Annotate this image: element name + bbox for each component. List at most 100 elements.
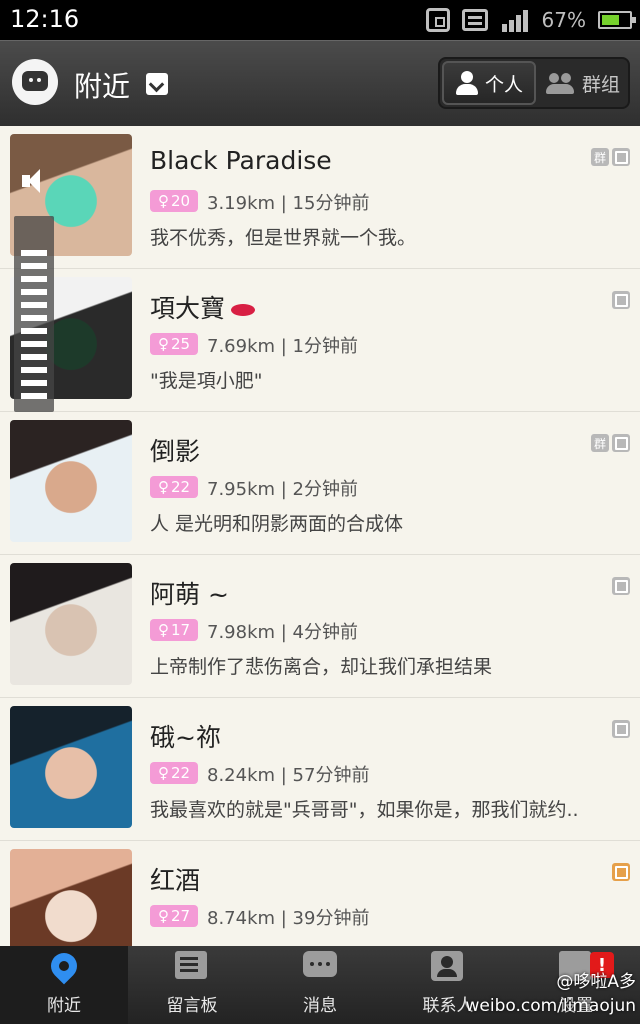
- photo-tag-icon: [612, 577, 630, 595]
- speaker-icon: [20, 166, 50, 196]
- chevron-down-icon[interactable]: [146, 73, 168, 95]
- age-badge: ♀ 27: [150, 905, 198, 927]
- age-badge: ♀ 25: [150, 333, 198, 355]
- photo-tag-icon: [612, 148, 630, 166]
- list-item[interactable]: 項大寶 ♀ 25 7.69km | 1分钟前 "我是項小肥": [0, 269, 640, 412]
- age-value: 22: [170, 764, 191, 782]
- age-value: 22: [170, 478, 191, 496]
- nickname-text: Black Paradise: [150, 146, 332, 175]
- status-bar: 12:16 67%: [0, 0, 640, 40]
- list-item[interactable]: 倒影 ♀ 22 7.95km | 2分钟前人 是光明和阴影两面的合成体 群: [0, 412, 640, 555]
- age-value: 20: [170, 192, 191, 210]
- nickname-text: 倒影: [150, 437, 201, 466]
- list-item[interactable]: 硪~祢 ♀ 22 8.24km | 57分钟前 我最喜欢的就是"兵哥哥"，如果你是，那我…: [0, 698, 640, 841]
- signature: "我是項小肥": [150, 370, 263, 392]
- watermark: @哆啦A多 weibo.com/limaojun: [465, 970, 636, 1018]
- nickname-text: 項大寶: [150, 294, 226, 323]
- volume-overlay: [14, 158, 54, 412]
- distance-time: 8.74km | 39分钟前: [207, 908, 370, 929]
- personal-group-toggle: 个人 群组: [438, 57, 630, 109]
- tab-message-board-label: 留言板: [166, 996, 218, 1016]
- list-item[interactable]: 阿萌 ~ ♀ 17 7.98km | 4分钟前上帝制作了悲伤离合，却让我们承担结果: [0, 555, 640, 698]
- notification-message-icon: [461, 9, 488, 31]
- female-icon: ♀: [157, 764, 169, 782]
- list-item[interactable]: 红酒 ♀ 27 8.74km | 39分钟前: [0, 841, 640, 946]
- volume-bar: [21, 354, 47, 360]
- app-logo-icon[interactable]: [12, 59, 58, 105]
- group-tag-icon: 群: [591, 434, 609, 452]
- badge-tag-icon: [612, 863, 630, 881]
- lips-emoji-icon: [231, 304, 256, 316]
- tab-nearby-label: 附近: [47, 996, 81, 1016]
- distance-time: 7.69km | 1分钟前: [207, 336, 358, 357]
- age-badge: ♀ 22: [150, 762, 198, 784]
- tab-personal-label: 个人: [484, 73, 523, 96]
- volume-bar: [21, 315, 47, 321]
- signature: 我最喜欢的就是"兵哥哥"，如果你是，那我们就约..: [150, 799, 579, 821]
- battery-fill: [602, 15, 620, 25]
- nickname-text: 阿萌 ~: [150, 580, 229, 609]
- user-tags: 群: [591, 434, 630, 452]
- nickname: Black Paradise: [150, 146, 332, 175]
- nickname: 硪~祢: [150, 718, 221, 754]
- volume-bar: [21, 367, 47, 373]
- female-icon: ♀: [157, 621, 169, 639]
- photo-tag-icon: [612, 291, 630, 309]
- age-badge: ♀ 22: [150, 476, 198, 498]
- nickname: 红酒: [150, 861, 200, 897]
- nickname: 倒影: [150, 432, 200, 468]
- message-board-icon: [175, 951, 209, 985]
- group-icon: [545, 71, 576, 95]
- distance-time: 7.95km | 2分钟前: [207, 479, 358, 500]
- tab-message-board[interactable]: 留言板: [128, 946, 256, 1024]
- person-icon: [455, 71, 479, 95]
- distance-time: 7.98km | 4分钟前: [207, 622, 358, 643]
- tab-nearby[interactable]: 附近: [0, 946, 128, 1024]
- nickname-text: 硪~祢: [150, 723, 221, 752]
- tab-messages-label: 消息: [303, 996, 337, 1016]
- signature: 人 是光明和阴影两面的合成体: [150, 513, 404, 535]
- photo-tag-icon: [612, 434, 630, 452]
- user-tags: [612, 720, 630, 738]
- tab-group[interactable]: 群组: [538, 59, 628, 107]
- distance-time: 3.19km | 15分钟前: [207, 193, 370, 214]
- volume-bar: [21, 302, 47, 308]
- female-icon: ♀: [157, 192, 169, 210]
- age-value: 25: [170, 335, 191, 353]
- battery-percent: 67%: [541, 8, 586, 32]
- user-tags: [612, 577, 630, 595]
- status-time: 12:16: [10, 5, 80, 33]
- signal-strength-icon: [500, 8, 530, 32]
- volume-bar: [21, 263, 47, 269]
- signature: 上帝制作了悲伤离合，却让我们承担结果: [150, 656, 493, 678]
- tab-personal[interactable]: 个人: [442, 61, 536, 105]
- avatar[interactable]: [10, 849, 132, 946]
- user-tags: [612, 291, 630, 309]
- avatar[interactable]: [10, 563, 132, 685]
- bottom-nav: 附近 留言板 消息 联系人 设置 ! @哆啦A多 weibo.com/limao…: [0, 946, 640, 1024]
- volume-bar: [21, 380, 47, 386]
- signature: 我不优秀，但是世界就一个我。: [150, 227, 417, 249]
- volume-bar: [21, 276, 47, 282]
- volume-bar: [21, 289, 47, 295]
- photo-tag-icon: [612, 720, 630, 738]
- nickname-text: 红酒: [150, 866, 201, 895]
- volume-level-bars: [14, 216, 54, 412]
- avatar[interactable]: [10, 420, 132, 542]
- age-badge: ♀ 17: [150, 619, 198, 641]
- nickname: 項大寶: [150, 289, 256, 325]
- age-value: 17: [170, 621, 191, 639]
- app-header: 附近 个人 群组: [0, 40, 640, 126]
- volume-bar: [21, 341, 47, 347]
- age-value: 27: [170, 907, 191, 925]
- watermark-url: weibo.com/limaojun: [465, 996, 636, 1016]
- list-item[interactable]: Black Paradise ♀ 20 3.19km | 15分钟前我不优秀，但是世界…: [0, 126, 640, 269]
- chat-bubble-icon: [303, 951, 337, 985]
- tab-messages[interactable]: 消息: [256, 946, 384, 1024]
- user-tags: [612, 863, 630, 881]
- screenshot-icon: [425, 8, 450, 32]
- status-icons: 67%: [425, 6, 636, 34]
- avatar[interactable]: [10, 706, 132, 828]
- age-badge: ♀ 20: [150, 190, 198, 212]
- nearby-user-list: Black Paradise ♀ 20 3.19km | 15分钟前 我不优秀，但是世界…: [0, 126, 640, 946]
